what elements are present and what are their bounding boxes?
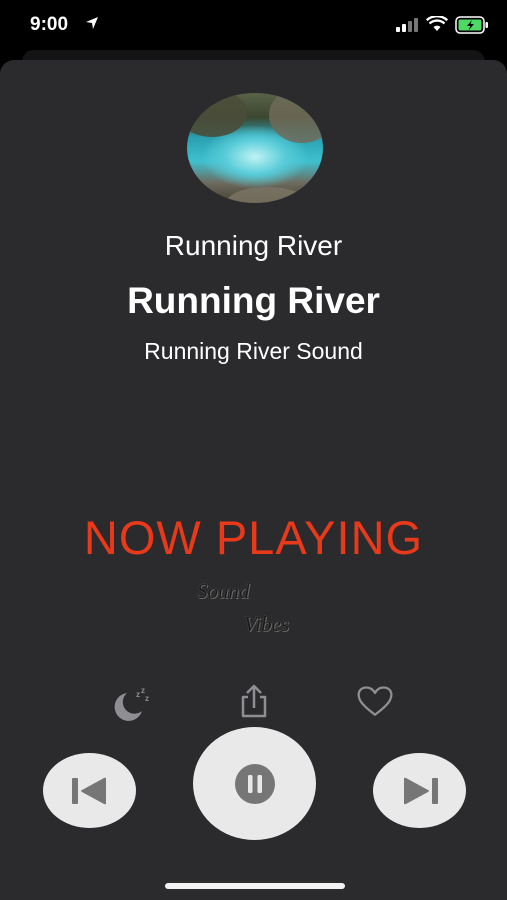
skip-back-icon — [71, 777, 106, 804]
brand-logo-line2: Vibes — [244, 612, 290, 636]
status-bar: 9:00 — [0, 0, 507, 52]
album-artwork — [187, 93, 323, 203]
previous-track-button[interactable] — [43, 753, 136, 828]
track-subtitle: Running River — [164, 230, 343, 261]
pause-icon — [234, 763, 275, 804]
wifi-icon — [426, 16, 448, 31]
location-arrow-icon — [86, 17, 98, 29]
heart-icon — [357, 686, 393, 716]
battery-icon — [455, 16, 488, 34]
sleep-timer-button[interactable]: z z z — [112, 683, 152, 723]
status-time: 9:00 — [30, 14, 69, 35]
now-playing-label: NOW PLAYING — [83, 511, 424, 564]
favorite-button[interactable] — [355, 682, 395, 722]
track-artist: Running River Sound — [144, 338, 363, 364]
moon-zzz-icon: z z z — [114, 686, 149, 721]
brand-logo-line1: Sound — [197, 579, 250, 603]
home-indicator[interactable] — [165, 883, 345, 889]
share-button[interactable] — [234, 682, 274, 722]
pause-button[interactable] — [193, 727, 316, 840]
svg-text:z: z — [145, 694, 149, 703]
share-icon — [241, 684, 267, 718]
cellular-signal-icon — [396, 18, 418, 32]
skip-forward-icon — [403, 777, 438, 804]
audio-waveform-icon — [119, 389, 389, 506]
svg-text:z: z — [136, 690, 140, 699]
next-track-button[interactable] — [373, 753, 466, 828]
track-title: Running River — [127, 280, 380, 321]
